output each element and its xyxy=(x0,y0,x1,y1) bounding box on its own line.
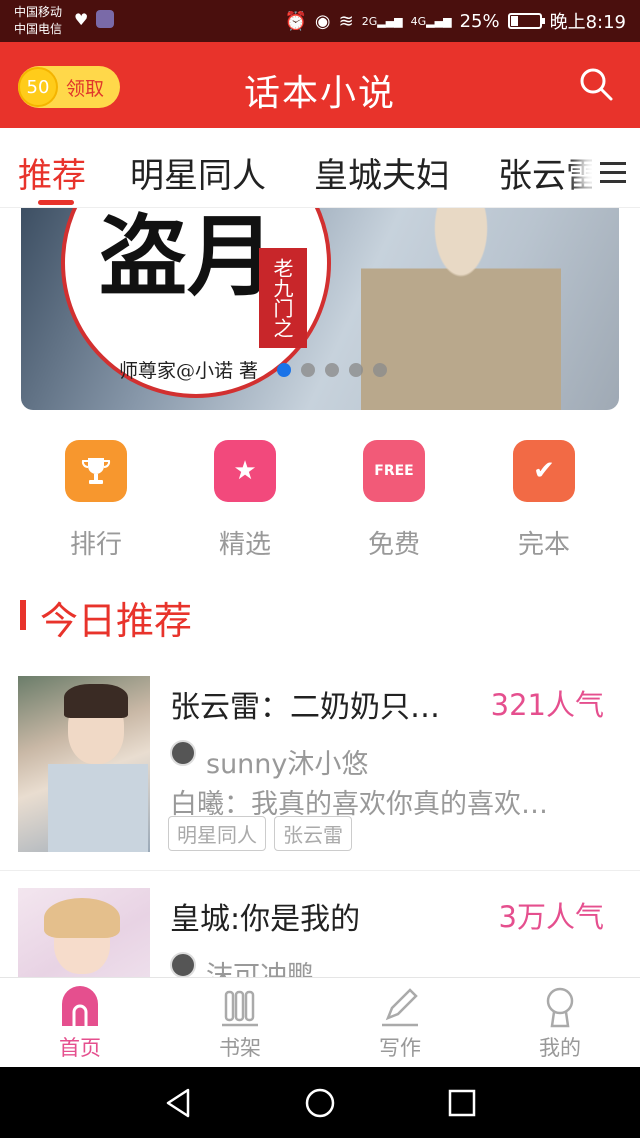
category-label: 免费 xyxy=(367,530,420,560)
carousel-indicator xyxy=(277,363,387,377)
notification-icons: ♥ xyxy=(74,10,115,29)
tab-zhang-yunlei[interactable]: 张云雷 xyxy=(498,148,600,197)
battery-percent: 25% xyxy=(459,10,500,32)
menu-icon[interactable] xyxy=(592,152,632,192)
bottom-navigation: 首页 书架 写作 我的 xyxy=(0,977,640,1067)
shield-icon xyxy=(96,10,115,28)
battery-fill xyxy=(510,16,518,26)
status-bar: 中国移动 中国电信 ♥ ⏰ ◉ ≋ 2G▂▄▆ 4G▂▄▆ 25% 晚上8:19 xyxy=(0,0,640,42)
category-free[interactable]: FREE 免费 xyxy=(334,440,454,561)
book-cover xyxy=(18,676,150,852)
bookshelf-icon xyxy=(220,986,260,1028)
active-tab-indicator xyxy=(38,200,74,205)
author-name: 沫可冲鹏 xyxy=(206,961,314,977)
system-icons: ⏰ ◉ ≋ 2G▂▄▆ 4G▂▄▆ 25% 晚上8:19 xyxy=(284,8,626,34)
category-label: 精选 xyxy=(218,530,271,560)
carousel-dot[interactable] xyxy=(301,363,315,377)
banner-character-image xyxy=(361,208,561,410)
category-label: 排行 xyxy=(69,530,122,560)
book-title: 皇城:你是我的 xyxy=(170,902,361,937)
author-avatar xyxy=(170,740,196,766)
app-title: 话本小说 xyxy=(243,73,396,114)
signal-4g-icon: 4G▂▄▆ xyxy=(410,14,452,28)
banner-author: 师尊家@小诺 著 xyxy=(119,360,259,382)
book-card[interactable]: 皇城:你是我的 3万人气 沫可冲鹏 xyxy=(0,888,640,977)
signal-2g-icon: 2G▂▄▆ xyxy=(361,14,403,28)
back-icon[interactable] xyxy=(162,1087,194,1119)
nav-label: 写作 xyxy=(379,1036,421,1060)
nav-home[interactable]: 首页 xyxy=(20,986,140,1062)
tab-celebrity-fanfic[interactable]: 明星同人 xyxy=(130,148,266,197)
list-divider xyxy=(0,870,640,871)
carousel-dot[interactable] xyxy=(325,363,339,377)
carrier-info: 中国移动 中国电信 xyxy=(14,4,62,38)
tab-imperial-couple[interactable]: 皇城夫妇 xyxy=(314,148,450,197)
nav-label: 首页 xyxy=(59,1036,101,1060)
home-icon xyxy=(60,986,100,1028)
tag[interactable]: 张云雷 xyxy=(274,816,352,851)
banner-carousel[interactable]: 盗月 老九门之 师尊家@小诺 著 xyxy=(21,208,619,410)
wifi-icon: ≋ xyxy=(338,10,354,32)
nav-write[interactable]: 写作 xyxy=(340,986,460,1062)
trophy-icon xyxy=(65,440,127,502)
health-icon: ♥ xyxy=(74,10,89,29)
book-card[interactable]: 张云雷：二奶奶只… 321人气 sunny沐小悠 白曦：我真的喜欢你真的喜欢… … xyxy=(0,676,640,871)
author-name: sunny沐小悠 xyxy=(206,749,369,780)
book-tags: 明星同人 张云雷 xyxy=(168,816,352,851)
book-title: 张云雷：二奶奶只… xyxy=(170,690,440,725)
pen-icon xyxy=(380,986,420,1028)
clock: 晚上8:19 xyxy=(549,12,626,33)
recents-icon[interactable] xyxy=(446,1087,478,1119)
app-header: 50 领取 话本小说 xyxy=(0,42,640,128)
banner-seal: 老九门之 xyxy=(259,248,307,348)
section-title: 今日推荐 xyxy=(40,599,193,643)
search-icon[interactable] xyxy=(578,66,614,102)
category-label: 完本 xyxy=(517,530,570,560)
carrier-1: 中国移动 xyxy=(14,5,63,19)
profile-icon xyxy=(540,986,580,1028)
popularity-count: 321人气 xyxy=(490,688,604,722)
category-featured[interactable]: ★ 精选 xyxy=(185,440,305,561)
check-icon: ✔ xyxy=(513,440,575,502)
category-ranking[interactable]: 排行 xyxy=(36,440,156,561)
battery-icon xyxy=(507,13,545,29)
carousel-dot[interactable] xyxy=(349,363,363,377)
quick-categories: 排行 ★ 精选 FREE 免费 ✔ 完本 xyxy=(0,440,640,570)
book-cover xyxy=(18,888,150,977)
carousel-dot[interactable] xyxy=(373,363,387,377)
nav-bookshelf[interactable]: 书架 xyxy=(180,986,300,1062)
nav-label: 我的 xyxy=(539,1036,581,1060)
popularity-count: 3万人气 xyxy=(498,900,604,934)
alarm-icon: ⏰ xyxy=(284,10,307,32)
free-icon: FREE xyxy=(363,440,425,502)
star-icon: ★ xyxy=(214,440,276,502)
banner-title-art: 盗月 xyxy=(99,208,276,308)
nav-profile[interactable]: 我的 xyxy=(500,986,620,1062)
category-completed[interactable]: ✔ 完本 xyxy=(484,440,604,561)
tag[interactable]: 明星同人 xyxy=(168,816,266,851)
eye-icon: ◉ xyxy=(314,10,331,32)
system-navigation-bar xyxy=(0,1067,640,1138)
category-tabs: 推荐 明星同人 皇城夫妇 张云雷 xyxy=(0,128,640,208)
tab-recommend[interactable]: 推荐 xyxy=(18,148,86,197)
nav-label: 书架 xyxy=(219,1036,261,1060)
carousel-dot[interactable] xyxy=(277,363,291,377)
home-button-icon[interactable] xyxy=(304,1087,336,1119)
carrier-2: 中国电信 xyxy=(14,22,63,36)
section-accent-bar xyxy=(20,600,26,630)
author-avatar xyxy=(170,952,196,977)
